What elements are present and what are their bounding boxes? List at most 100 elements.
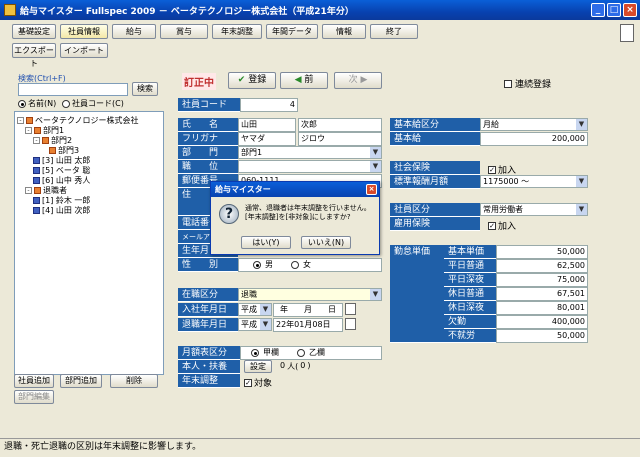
- calendar-icon[interactable]: [345, 318, 356, 330]
- prev-button[interactable]: ◀ 前: [280, 72, 328, 89]
- unit-row-label: 不就労: [444, 329, 496, 343]
- tax-kou-radio[interactable]: [251, 349, 259, 357]
- edit-mode-label: 訂正中: [182, 73, 216, 90]
- sex-male-radio[interactable]: [253, 261, 261, 269]
- unit-row-value[interactable]: 80,001: [496, 301, 588, 315]
- search-option-name[interactable]: 名前(N): [18, 98, 56, 109]
- social-label: 社会保険: [390, 161, 480, 175]
- tab-bonus[interactable]: 賞与: [160, 24, 208, 39]
- sex-label: 性 別: [178, 258, 238, 272]
- edit-dept-button[interactable]: 部門編集: [14, 390, 54, 404]
- furigana-label: フリガナ: [178, 132, 238, 146]
- last-name-field[interactable]: 山田: [238, 118, 296, 132]
- position-select[interactable]: ▼: [238, 160, 382, 173]
- delete-button[interactable]: 削除: [110, 374, 158, 388]
- search-button[interactable]: 検索: [132, 82, 158, 96]
- export-button[interactable]: エクスポート: [12, 43, 56, 68]
- tab-annual-data[interactable]: 年間データ: [266, 24, 318, 39]
- unit-row-label: 休日深夜: [444, 301, 496, 315]
- sex-radio-group[interactable]: 男女: [238, 258, 382, 272]
- unit-row-value[interactable]: 75,000: [496, 273, 588, 287]
- year-end-checkbox[interactable]: ✓ 対象: [244, 376, 272, 389]
- status-bar: 退職・死亡退職の区別は年末調整に影響します。: [0, 438, 640, 457]
- unit-row-value[interactable]: 400,000: [496, 315, 588, 329]
- continuous-register-checkbox[interactable]: 連続登録: [504, 77, 551, 90]
- register-button[interactable]: ✔ 登録: [228, 72, 276, 89]
- tab-exit[interactable]: 終了: [370, 24, 418, 39]
- base-type-select[interactable]: 月給 ▼: [480, 118, 588, 131]
- next-button[interactable]: 次 ▶: [334, 72, 382, 89]
- unit-label: 勤怠単価: [390, 245, 444, 343]
- unit-row-value[interactable]: 50,000: [496, 329, 588, 343]
- unit-row-label: 基本単価: [444, 245, 496, 259]
- window-title: 給与マイスター Fullspec 2009 － ベータテクノロジー株式会社（平成…: [20, 6, 354, 17]
- dept-label: 部 門: [178, 146, 238, 160]
- check-icon: ✔: [237, 75, 246, 85]
- employment-label: 雇用保険: [390, 217, 480, 231]
- kana-first-field[interactable]: ジロウ: [298, 132, 382, 146]
- calendar-icon[interactable]: [345, 303, 356, 315]
- tax-table-label: 月額表区分: [178, 346, 240, 360]
- confirm-dialog: 給与マイスター × ? 通常、退職者は年末調整を行いません。[年末調整]を[非対象…: [210, 181, 380, 255]
- minimize-button[interactable]: _: [591, 3, 605, 17]
- name-label: 氏 名: [178, 118, 238, 132]
- dependents-label: 本人・扶養: [178, 360, 240, 374]
- leave-date-field[interactable]: 22年01月08日: [273, 318, 343, 332]
- question-icon: ?: [219, 204, 239, 224]
- employee-tree[interactable]: - ベータテクノロジー株式会社 - 部門1 - 部門2 部門3 [3] 山田 太郎 […: [14, 111, 164, 375]
- first-name-field[interactable]: 次郎: [298, 118, 382, 132]
- dependents-setting-button[interactable]: 設定: [244, 360, 272, 373]
- add-employee-button[interactable]: 社員追加: [14, 374, 54, 388]
- dept-select[interactable]: 部門1 ▼: [238, 146, 382, 159]
- base-pay-field[interactable]: 200,000: [480, 132, 588, 146]
- join-date-field[interactable]: 年 月 日: [273, 303, 343, 317]
- right-arrow-icon: ▶: [360, 75, 368, 85]
- join-label: 入社年月日: [178, 303, 238, 317]
- tab-info[interactable]: 情報: [322, 24, 366, 39]
- leave-era-select[interactable]: 平成 ▼: [238, 318, 272, 331]
- kana-last-field[interactable]: ヤマダ: [238, 132, 296, 146]
- search-input[interactable]: [18, 83, 128, 96]
- base-type-label: 基本給区分: [390, 118, 480, 132]
- status-label: 在職区分: [178, 288, 238, 302]
- import-button[interactable]: インポート: [60, 43, 108, 58]
- close-button[interactable]: ×: [623, 3, 637, 17]
- emp-type-select[interactable]: 常用労働者 ▼: [480, 203, 588, 216]
- unit-row-value[interactable]: 62,500: [496, 259, 588, 273]
- tab-employee-info[interactable]: 社員情報: [60, 24, 108, 39]
- tax-table-radio-group[interactable]: 甲欄 乙欄: [240, 346, 382, 360]
- emp-type-label: 社員区分: [390, 203, 480, 217]
- status-select[interactable]: 退職 ▼: [238, 288, 382, 301]
- year-end-label: 年末調整: [178, 374, 240, 388]
- code-label: 社員コード: [178, 98, 240, 112]
- tree-node-employee-selected[interactable]: [4] 山田 次郎: [33, 205, 91, 216]
- unit-row-label: 平日普通: [444, 259, 496, 273]
- sex-female-radio[interactable]: [291, 261, 299, 269]
- title-bar: 給与マイスター Fullspec 2009 － ベータテクノロジー株式会社（平成…: [0, 0, 640, 20]
- unit-row-value[interactable]: 67,501: [496, 287, 588, 301]
- tax-otsu-radio[interactable]: [297, 349, 305, 357]
- maximize-button[interactable]: □: [607, 3, 621, 17]
- code-field[interactable]: 4: [240, 98, 298, 112]
- tab-basic-settings[interactable]: 基礎設定: [12, 24, 56, 39]
- unit-row-label: 欠勤: [444, 315, 496, 329]
- dependents-count: 0 人(0): [280, 361, 311, 371]
- unit-row-label: 平日深夜: [444, 273, 496, 287]
- dialog-no-button[interactable]: いいえ(N): [301, 236, 351, 249]
- leave-label: 退職年月日: [178, 318, 238, 332]
- dialog-yes-button[interactable]: はい(Y): [241, 236, 291, 249]
- employment-checkbox[interactable]: ✓ 加入: [488, 219, 516, 232]
- dialog-close-button[interactable]: ×: [366, 184, 377, 195]
- std-pay-select[interactable]: 1175000 〜 ▼: [480, 175, 588, 188]
- left-arrow-icon: ◀: [294, 75, 302, 85]
- unit-row-value[interactable]: 50,000: [496, 245, 588, 259]
- tab-year-end[interactable]: 年末調整: [212, 24, 262, 39]
- unit-row-label: 休日普通: [444, 287, 496, 301]
- notepad-icon[interactable]: [620, 24, 634, 42]
- tab-salary[interactable]: 給与: [112, 24, 156, 39]
- add-dept-button[interactable]: 部門追加: [60, 374, 102, 388]
- search-option-code[interactable]: 社員コード(C): [62, 98, 124, 109]
- dialog-message: 通常、退職者は年末調整を行いません。[年末調整]を[非対象]にしますか?: [245, 204, 371, 221]
- join-era-select[interactable]: 平成 ▼: [238, 303, 272, 316]
- std-pay-label: 標準報酬月額: [390, 175, 480, 189]
